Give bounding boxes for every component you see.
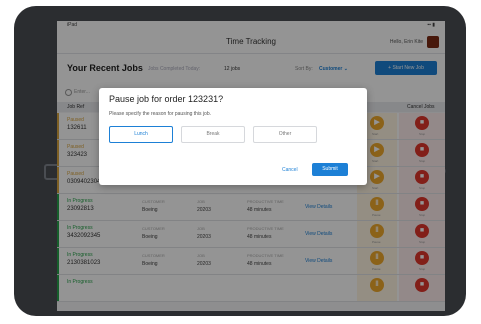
- reason-option-lunch[interactable]: Lunch: [109, 126, 173, 143]
- reason-option-break[interactable]: Break: [181, 126, 245, 143]
- pause-job-dialog: Pause job for order 123231? Please speci…: [99, 88, 367, 185]
- app-screen: iPad ▪▪ ▮ Time Tracking Hello, Erin Kite…: [57, 21, 445, 311]
- reason-option-other[interactable]: Other: [253, 126, 317, 143]
- dialog-title: Pause job for order 123231?: [109, 94, 224, 104]
- dialog-subtitle: Please specify the reason for pausing th…: [109, 111, 212, 117]
- submit-button[interactable]: Submit: [312, 163, 348, 176]
- cancel-button[interactable]: Cancel: [282, 167, 298, 173]
